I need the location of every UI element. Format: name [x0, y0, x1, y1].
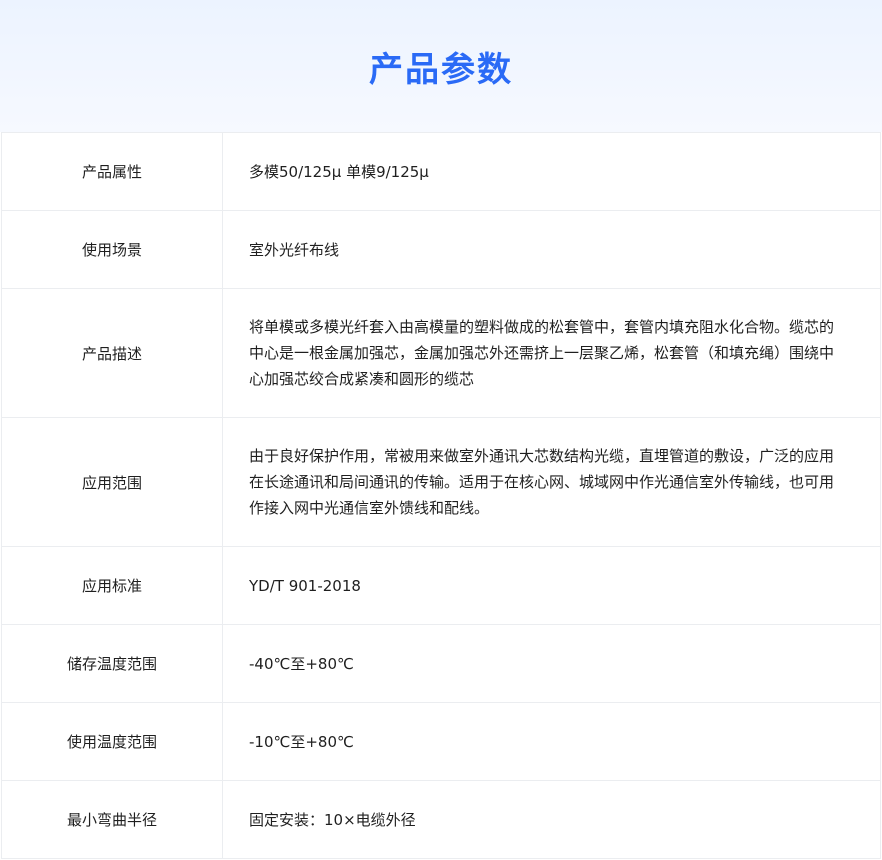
param-label: 应用标准: [1, 546, 223, 625]
param-value: YD/T 901-2018: [222, 546, 881, 625]
param-label: 产品描述: [1, 288, 223, 418]
param-value: 将单模或多模光纤套入由高模量的塑料做成的松套管中，套管内填充阻水化合物。缆芯的中…: [222, 288, 881, 418]
param-label: 储存温度范围: [1, 624, 223, 703]
param-value: 由于良好保护作用，常被用来做室外通讯大芯数结构光缆，直埋管道的敷设，广泛的应用在…: [222, 417, 881, 547]
param-value: 室外光纤布线: [222, 210, 881, 289]
param-value: 固定安装：10×电缆外径: [222, 780, 881, 859]
param-label: 使用温度范围: [1, 702, 223, 781]
param-label: 最小弯曲半径: [1, 780, 223, 859]
table-row: 应用范围 由于良好保护作用，常被用来做室外通讯大芯数结构光缆，直埋管道的敷设，广…: [1, 417, 881, 547]
product-params-page: 产品参数 产品属性 多模50/125μ 单模9/125μ 使用场景 室外光纤布线…: [0, 0, 882, 860]
param-label: 使用场景: [1, 210, 223, 289]
table-row: 储存温度范围 -40℃至+80℃: [1, 624, 881, 703]
table-row: 应用标准 YD/T 901-2018: [1, 546, 881, 625]
param-value: 多模50/125μ 单模9/125μ: [222, 132, 881, 211]
table-row: 使用场景 室外光纤布线: [1, 210, 881, 289]
table-row: 产品属性 多模50/125μ 单模9/125μ: [1, 132, 881, 211]
table-row: 产品描述 将单模或多模光纤套入由高模量的塑料做成的松套管中，套管内填充阻水化合物…: [1, 288, 881, 418]
param-label: 应用范围: [1, 417, 223, 547]
param-value: -40℃至+80℃: [222, 624, 881, 703]
params-table: 产品属性 多模50/125μ 单模9/125μ 使用场景 室外光纤布线 产品描述…: [1, 132, 881, 859]
table-row: 使用温度范围 -10℃至+80℃: [1, 702, 881, 781]
title-banner: 产品参数: [0, 0, 882, 132]
param-label: 产品属性: [1, 132, 223, 211]
table-row: 最小弯曲半径 固定安装：10×电缆外径: [1, 780, 881, 859]
page-title: 产品参数: [369, 49, 513, 90]
param-value: -10℃至+80℃: [222, 702, 881, 781]
